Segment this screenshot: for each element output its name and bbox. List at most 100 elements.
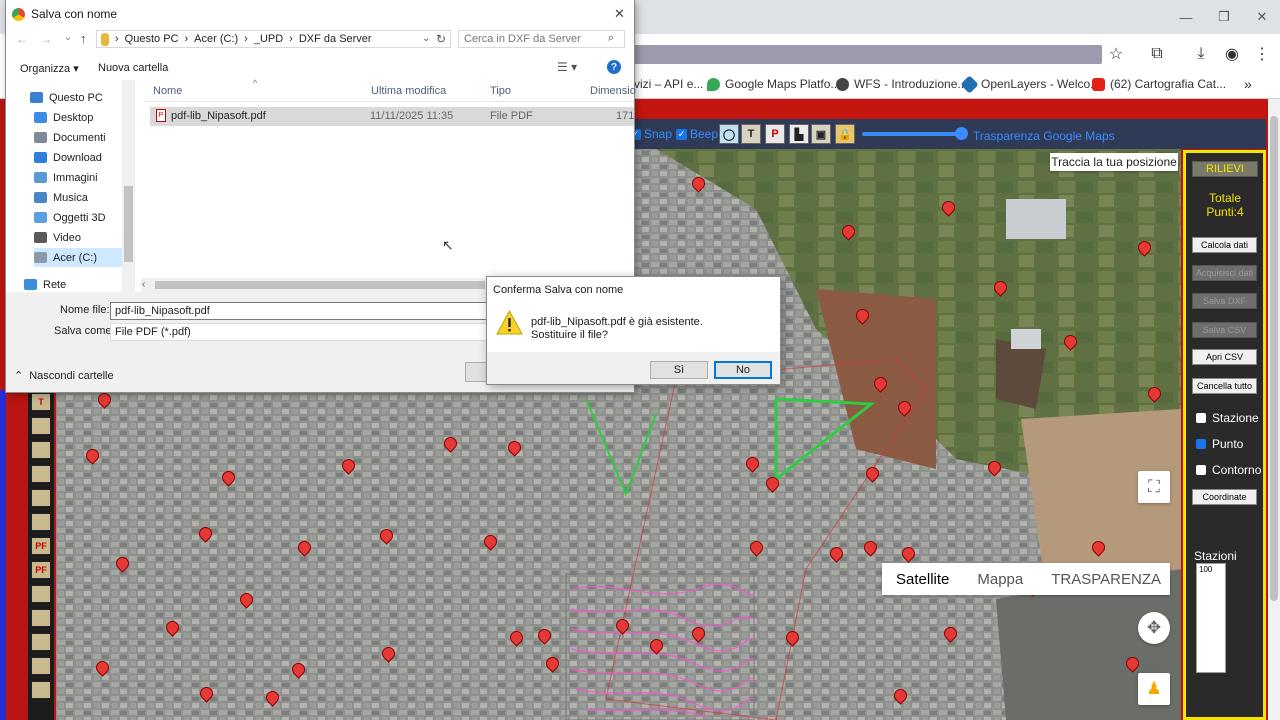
- confirm-question: Sostituire il file?: [531, 329, 609, 341]
- panel-button[interactable]: Acquisisci dati: [1192, 265, 1257, 281]
- map-type-transparency[interactable]: TRASPARENZA: [1037, 571, 1175, 588]
- left-tool-button[interactable]: [31, 609, 51, 627]
- left-tool-button[interactable]: PF: [31, 537, 51, 555]
- left-tool-button[interactable]: PF: [31, 561, 51, 579]
- transparency-slider[interactable]: [862, 132, 962, 136]
- bookmark-item[interactable]: OpenLayers - Welco...: [960, 72, 1100, 96]
- track-position-button[interactable]: Traccia la tua posizione: [1050, 153, 1178, 171]
- bookmark-item[interactable]: vizi – API e...: [634, 72, 703, 96]
- bookmark-item[interactable]: Google Maps Platfo...: [707, 72, 840, 96]
- address-dropdown-icon[interactable]: ⌄: [422, 33, 430, 44]
- pdf-tool-icon[interactable]: P: [765, 124, 785, 144]
- page-scrollbar-thumb[interactable]: [1270, 116, 1278, 601]
- back-arrow-icon[interactable]: ←: [16, 32, 28, 46]
- bookmark-item[interactable]: WFS - Introduzione...: [836, 72, 967, 96]
- panel-button[interactable]: Cancella tutto: [1192, 378, 1257, 394]
- help-icon[interactable]: ?: [607, 60, 621, 74]
- snap-checkbox[interactable]: ✓ Snap: [630, 127, 672, 141]
- hide-folders-button[interactable]: ⌃ Nascondi cartelle: [14, 369, 114, 383]
- panel-button[interactable]: Apri CSV: [1192, 349, 1257, 365]
- breadcrumb-item[interactable]: Questo PC: [125, 33, 179, 45]
- dialog-search-input[interactable]: Cerca in DXF da Server: [458, 30, 625, 48]
- nav-item[interactable]: Musica: [34, 188, 88, 207]
- left-tool-button[interactable]: [31, 441, 51, 459]
- nav-item[interactable]: Questo PC: [30, 88, 103, 107]
- bookmarks-overflow-icon[interactable]: »: [1244, 72, 1252, 96]
- text-tool-icon[interactable]: T: [741, 124, 761, 144]
- dialog-address-bar[interactable]: › Questo PC › Acer (C:) › _UPD › DXF da …: [96, 30, 451, 48]
- filename-input[interactable]: pdf-lib_Nipasoft.pdf: [110, 302, 490, 320]
- breadcrumb-item[interactable]: _UPD: [254, 33, 283, 45]
- coordinate-button[interactable]: Coordinate: [1192, 489, 1257, 505]
- breadcrumb-item[interactable]: Acer (C:): [194, 33, 238, 45]
- nav-item[interactable]: Video: [34, 228, 81, 247]
- refresh-icon[interactable]: ↻: [436, 32, 446, 46]
- nav-scrollbar-thumb[interactable]: [124, 186, 133, 262]
- nav-item[interactable]: Immagini: [34, 168, 98, 187]
- slider-handle[interactable]: [955, 127, 968, 140]
- profile-icon[interactable]: ◉: [1220, 42, 1244, 66]
- savetype-select[interactable]: File PDF (*.pdf): [110, 323, 490, 341]
- nav-item[interactable]: Oggetti 3D: [34, 208, 106, 227]
- left-tool-button[interactable]: [31, 633, 51, 651]
- view-options-icon[interactable]: ☰ ▾: [557, 60, 577, 74]
- scroll-left-icon[interactable]: ‹: [142, 279, 145, 290]
- left-tool-button[interactable]: [31, 585, 51, 603]
- fullscreen-icon[interactable]: ⛶: [1138, 471, 1170, 503]
- extensions-icon[interactable]: ⧉: [1145, 42, 1169, 66]
- lock-icon[interactable]: 🔒: [835, 124, 855, 144]
- punto-checkbox[interactable]: Punto: [1196, 437, 1243, 451]
- recent-dropdown-icon[interactable]: ⌄: [64, 32, 72, 43]
- yes-button[interactable]: Sì: [650, 361, 708, 379]
- download-icon[interactable]: ⤓: [1189, 42, 1213, 66]
- organize-button[interactable]: Organizza ▾: [20, 62, 79, 75]
- close-window-icon[interactable]: ✕: [1243, 0, 1280, 34]
- left-tool-button[interactable]: T: [31, 393, 51, 411]
- new-folder-button[interactable]: Nuova cartella: [98, 62, 168, 74]
- hscroll-thumb[interactable]: [155, 281, 485, 289]
- star-icon[interactable]: ☆: [1104, 42, 1128, 66]
- column-type[interactable]: Tipo: [490, 85, 511, 97]
- bookmark-item[interactable]: (62) Cartografia Cat...: [1092, 72, 1226, 96]
- map-type-satellite[interactable]: Satellite: [882, 571, 963, 588]
- left-tool-button[interactable]: [31, 417, 51, 435]
- left-tool-button[interactable]: [31, 465, 51, 483]
- minimize-icon[interactable]: —: [1167, 0, 1205, 34]
- menu-icon[interactable]: ⋮: [1250, 42, 1274, 66]
- confirm-dialog-title: Conferma Salva con nome: [493, 284, 624, 296]
- stazione-checkbox[interactable]: Stazione: [1196, 411, 1259, 425]
- close-dialog-icon[interactable]: ✕: [614, 6, 625, 22]
- left-tool-button[interactable]: [31, 513, 51, 531]
- no-button[interactable]: No: [714, 361, 772, 379]
- contorno-checkbox[interactable]: Contorno: [1196, 463, 1261, 477]
- nav-item[interactable]: Documenti: [34, 128, 106, 147]
- nav-item[interactable]: Download: [34, 148, 102, 167]
- left-tool-button[interactable]: [31, 681, 51, 699]
- column-size[interactable]: Dimensio: [590, 85, 636, 97]
- panel-button[interactable]: Calcola dati: [1192, 237, 1257, 253]
- chart-tool-icon[interactable]: ▙: [789, 124, 809, 144]
- file-row[interactable]: P pdf-lib_Nipasoft.pdf 11/11/2025 11:35 …: [150, 107, 634, 126]
- left-tool-button[interactable]: [31, 657, 51, 675]
- panel-button[interactable]: Salva DXF: [1192, 293, 1257, 309]
- panel-button[interactable]: Salva CSV: [1192, 322, 1257, 338]
- nav-item[interactable]: Desktop: [34, 108, 93, 127]
- stations-list[interactable]: 100: [1196, 563, 1226, 673]
- beep-checkbox[interactable]: ✓ Beep: [676, 127, 718, 141]
- draw-tool-icon[interactable]: ◯: [719, 124, 739, 144]
- street-view-icon[interactable]: ♟: [1138, 673, 1170, 705]
- left-tool-button[interactable]: [31, 489, 51, 507]
- breadcrumb-item[interactable]: DXF da Server: [299, 33, 372, 45]
- station-item[interactable]: 100: [1199, 565, 1212, 574]
- maximize-icon[interactable]: ❐: [1205, 0, 1243, 34]
- nav-item[interactable]: Acer (C:): [34, 248, 122, 267]
- layer-tool-icon[interactable]: ▣: [811, 124, 831, 144]
- forward-arrow-icon[interactable]: →: [40, 32, 52, 46]
- column-name[interactable]: Nome: [153, 85, 182, 97]
- map-type-control: Satellite Mappa TRASPARENZA: [882, 563, 1170, 595]
- map-type-map[interactable]: Mappa: [963, 571, 1037, 588]
- folder-icon: [101, 32, 109, 46]
- up-arrow-icon[interactable]: ↑: [80, 31, 87, 46]
- camera-control-icon[interactable]: ✥: [1138, 612, 1170, 644]
- column-modified[interactable]: Ultima modifica: [371, 85, 446, 97]
